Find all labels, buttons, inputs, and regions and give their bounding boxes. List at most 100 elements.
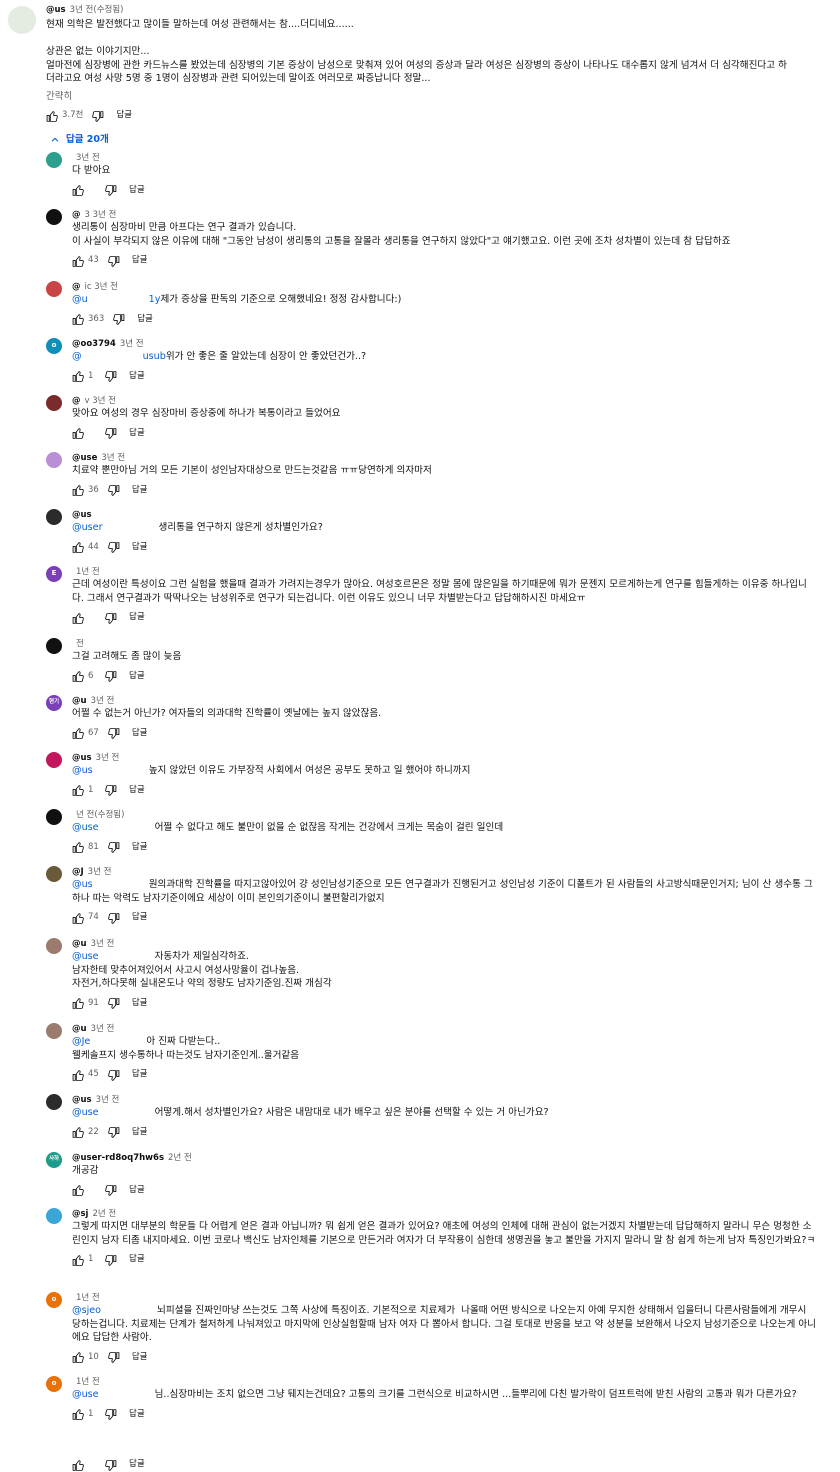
like-icon[interactable] <box>72 1459 85 1472</box>
dislike-icon[interactable] <box>104 612 117 625</box>
author-handle[interactable]: @us <box>72 510 92 520</box>
reply-button[interactable]: 답글 <box>132 997 148 1011</box>
avatar[interactable] <box>46 1208 62 1224</box>
mention-link[interactable]: @use <box>72 1389 99 1400</box>
author-handle[interactable]: @ <box>72 396 81 406</box>
like-icon[interactable] <box>72 370 85 383</box>
like-icon[interactable] <box>72 612 85 625</box>
avatar[interactable]: o <box>46 1376 62 1392</box>
reply-button[interactable]: 답글 <box>132 841 148 855</box>
like-icon[interactable] <box>72 1184 85 1197</box>
reply-button[interactable]: 답글 <box>132 1126 148 1140</box>
reply-button[interactable]: 답글 <box>129 1458 145 1472</box>
like-icon[interactable] <box>72 184 85 197</box>
author-handle[interactable]: @ <box>72 282 81 292</box>
author-handle[interactable]: @us <box>72 753 92 763</box>
dislike-icon[interactable] <box>107 841 120 854</box>
mention-link[interactable]: @us <box>72 765 93 776</box>
author-handle[interactable]: @ <box>72 210 81 220</box>
mention-link[interactable]: @sjeo <box>72 1305 101 1316</box>
avatar[interactable] <box>46 509 62 525</box>
comment-time[interactable]: 2년 전 <box>92 1209 116 1219</box>
avatar[interactable]: E <box>46 566 62 582</box>
comment-time[interactable]: 년 전(수정됨) <box>76 810 124 820</box>
dislike-icon[interactable] <box>104 1459 117 1472</box>
avatar[interactable] <box>46 209 62 225</box>
like-icon[interactable] <box>72 313 85 326</box>
author-handle[interactable]: @u <box>72 939 87 949</box>
avatar[interactable] <box>46 1094 62 1110</box>
author-handle[interactable]: @user-rd8oq7hw6s <box>72 1153 164 1163</box>
mention-link[interactable]: @use <box>72 951 99 962</box>
like-icon[interactable] <box>72 427 85 440</box>
like-icon[interactable] <box>72 670 85 683</box>
dislike-icon[interactable] <box>107 1069 120 1082</box>
reply-button[interactable]: 답글 <box>132 911 148 925</box>
reply-button[interactable]: 답글 <box>132 541 148 555</box>
replies-toggle-label[interactable]: 답글 20개 <box>66 133 109 147</box>
comment-time[interactable]: 3년 전 <box>91 939 115 949</box>
avatar[interactable] <box>46 452 62 468</box>
comment-time[interactable]: 3년 전 <box>88 867 112 877</box>
avatar[interactable] <box>46 281 62 297</box>
comment-time[interactable]: 3년 전 <box>96 753 120 763</box>
comment-time[interactable]: 2년 전 <box>168 1153 192 1163</box>
dislike-icon[interactable] <box>91 110 104 123</box>
mention-link[interactable]: @us <box>72 879 93 890</box>
mention-link[interactable]: @user <box>72 522 103 533</box>
dislike-icon[interactable] <box>104 184 117 197</box>
like-icon[interactable] <box>72 484 85 497</box>
like-icon[interactable] <box>72 1126 85 1139</box>
avatar[interactable]: 현기 <box>46 695 62 711</box>
dislike-icon[interactable] <box>107 912 120 925</box>
like-icon[interactable] <box>46 110 59 123</box>
avatar[interactable] <box>46 809 62 825</box>
comment-time[interactable]: 1년 전 <box>76 567 100 577</box>
reply-button[interactable]: 답글 <box>129 370 145 384</box>
comment-time[interactable]: ic 3년 전 <box>85 282 119 292</box>
author-handle[interactable]: @us <box>46 5 66 15</box>
author-handle[interactable]: @use <box>72 453 97 463</box>
avatar[interactable] <box>46 638 62 654</box>
reply-button[interactable]: 답글 <box>132 727 148 741</box>
avatar[interactable] <box>46 752 62 768</box>
reply-button[interactable]: 답글 <box>132 1068 148 1082</box>
author-handle[interactable]: @us <box>72 1095 92 1105</box>
like-icon[interactable] <box>72 255 85 268</box>
avatar[interactable] <box>46 1023 62 1039</box>
dislike-icon[interactable] <box>104 1408 117 1421</box>
mention-link[interactable]: @ usub <box>72 351 166 362</box>
dislike-icon[interactable] <box>107 1351 120 1364</box>
reply-button[interactable]: 답글 <box>129 611 145 625</box>
avatar[interactable] <box>46 938 62 954</box>
comment-time[interactable]: 전 <box>76 639 84 649</box>
reply-button[interactable]: 답글 <box>129 784 145 798</box>
avatar[interactable] <box>46 152 62 168</box>
avatar[interactable]: 사하 <box>46 1152 62 1168</box>
author-handle[interactable]: @u <box>72 1024 87 1034</box>
mention-link[interactable]: @use <box>72 822 99 833</box>
reply-button[interactable]: 답글 <box>129 1408 145 1422</box>
dislike-icon[interactable] <box>107 727 120 740</box>
like-icon[interactable] <box>72 1069 85 1082</box>
dislike-icon[interactable] <box>104 370 117 383</box>
avatar[interactable] <box>8 6 36 34</box>
avatar[interactable]: o <box>46 1292 62 1308</box>
dislike-icon[interactable] <box>104 670 117 683</box>
like-icon[interactable] <box>72 1254 85 1267</box>
dislike-icon[interactable] <box>112 313 125 326</box>
replies-toggle-button[interactable]: 답글 20개 <box>50 133 109 147</box>
dislike-icon[interactable] <box>107 255 120 268</box>
reply-button[interactable]: 답글 <box>116 109 132 123</box>
like-icon[interactable] <box>72 541 85 554</box>
author-handle[interactable]: @sj <box>72 1209 88 1219</box>
comment-time[interactable]: 1년 전 <box>76 1293 100 1303</box>
dislike-icon[interactable] <box>104 1254 117 1267</box>
like-icon[interactable] <box>72 1351 85 1364</box>
reply-button[interactable]: 답글 <box>132 1351 148 1365</box>
avatar[interactable]: o <box>46 338 62 354</box>
like-icon[interactable] <box>72 1408 85 1421</box>
show-less-link[interactable]: 간략히 <box>46 90 816 104</box>
comment-time[interactable]: 3년 전 <box>120 339 144 349</box>
like-icon[interactable] <box>72 784 85 797</box>
